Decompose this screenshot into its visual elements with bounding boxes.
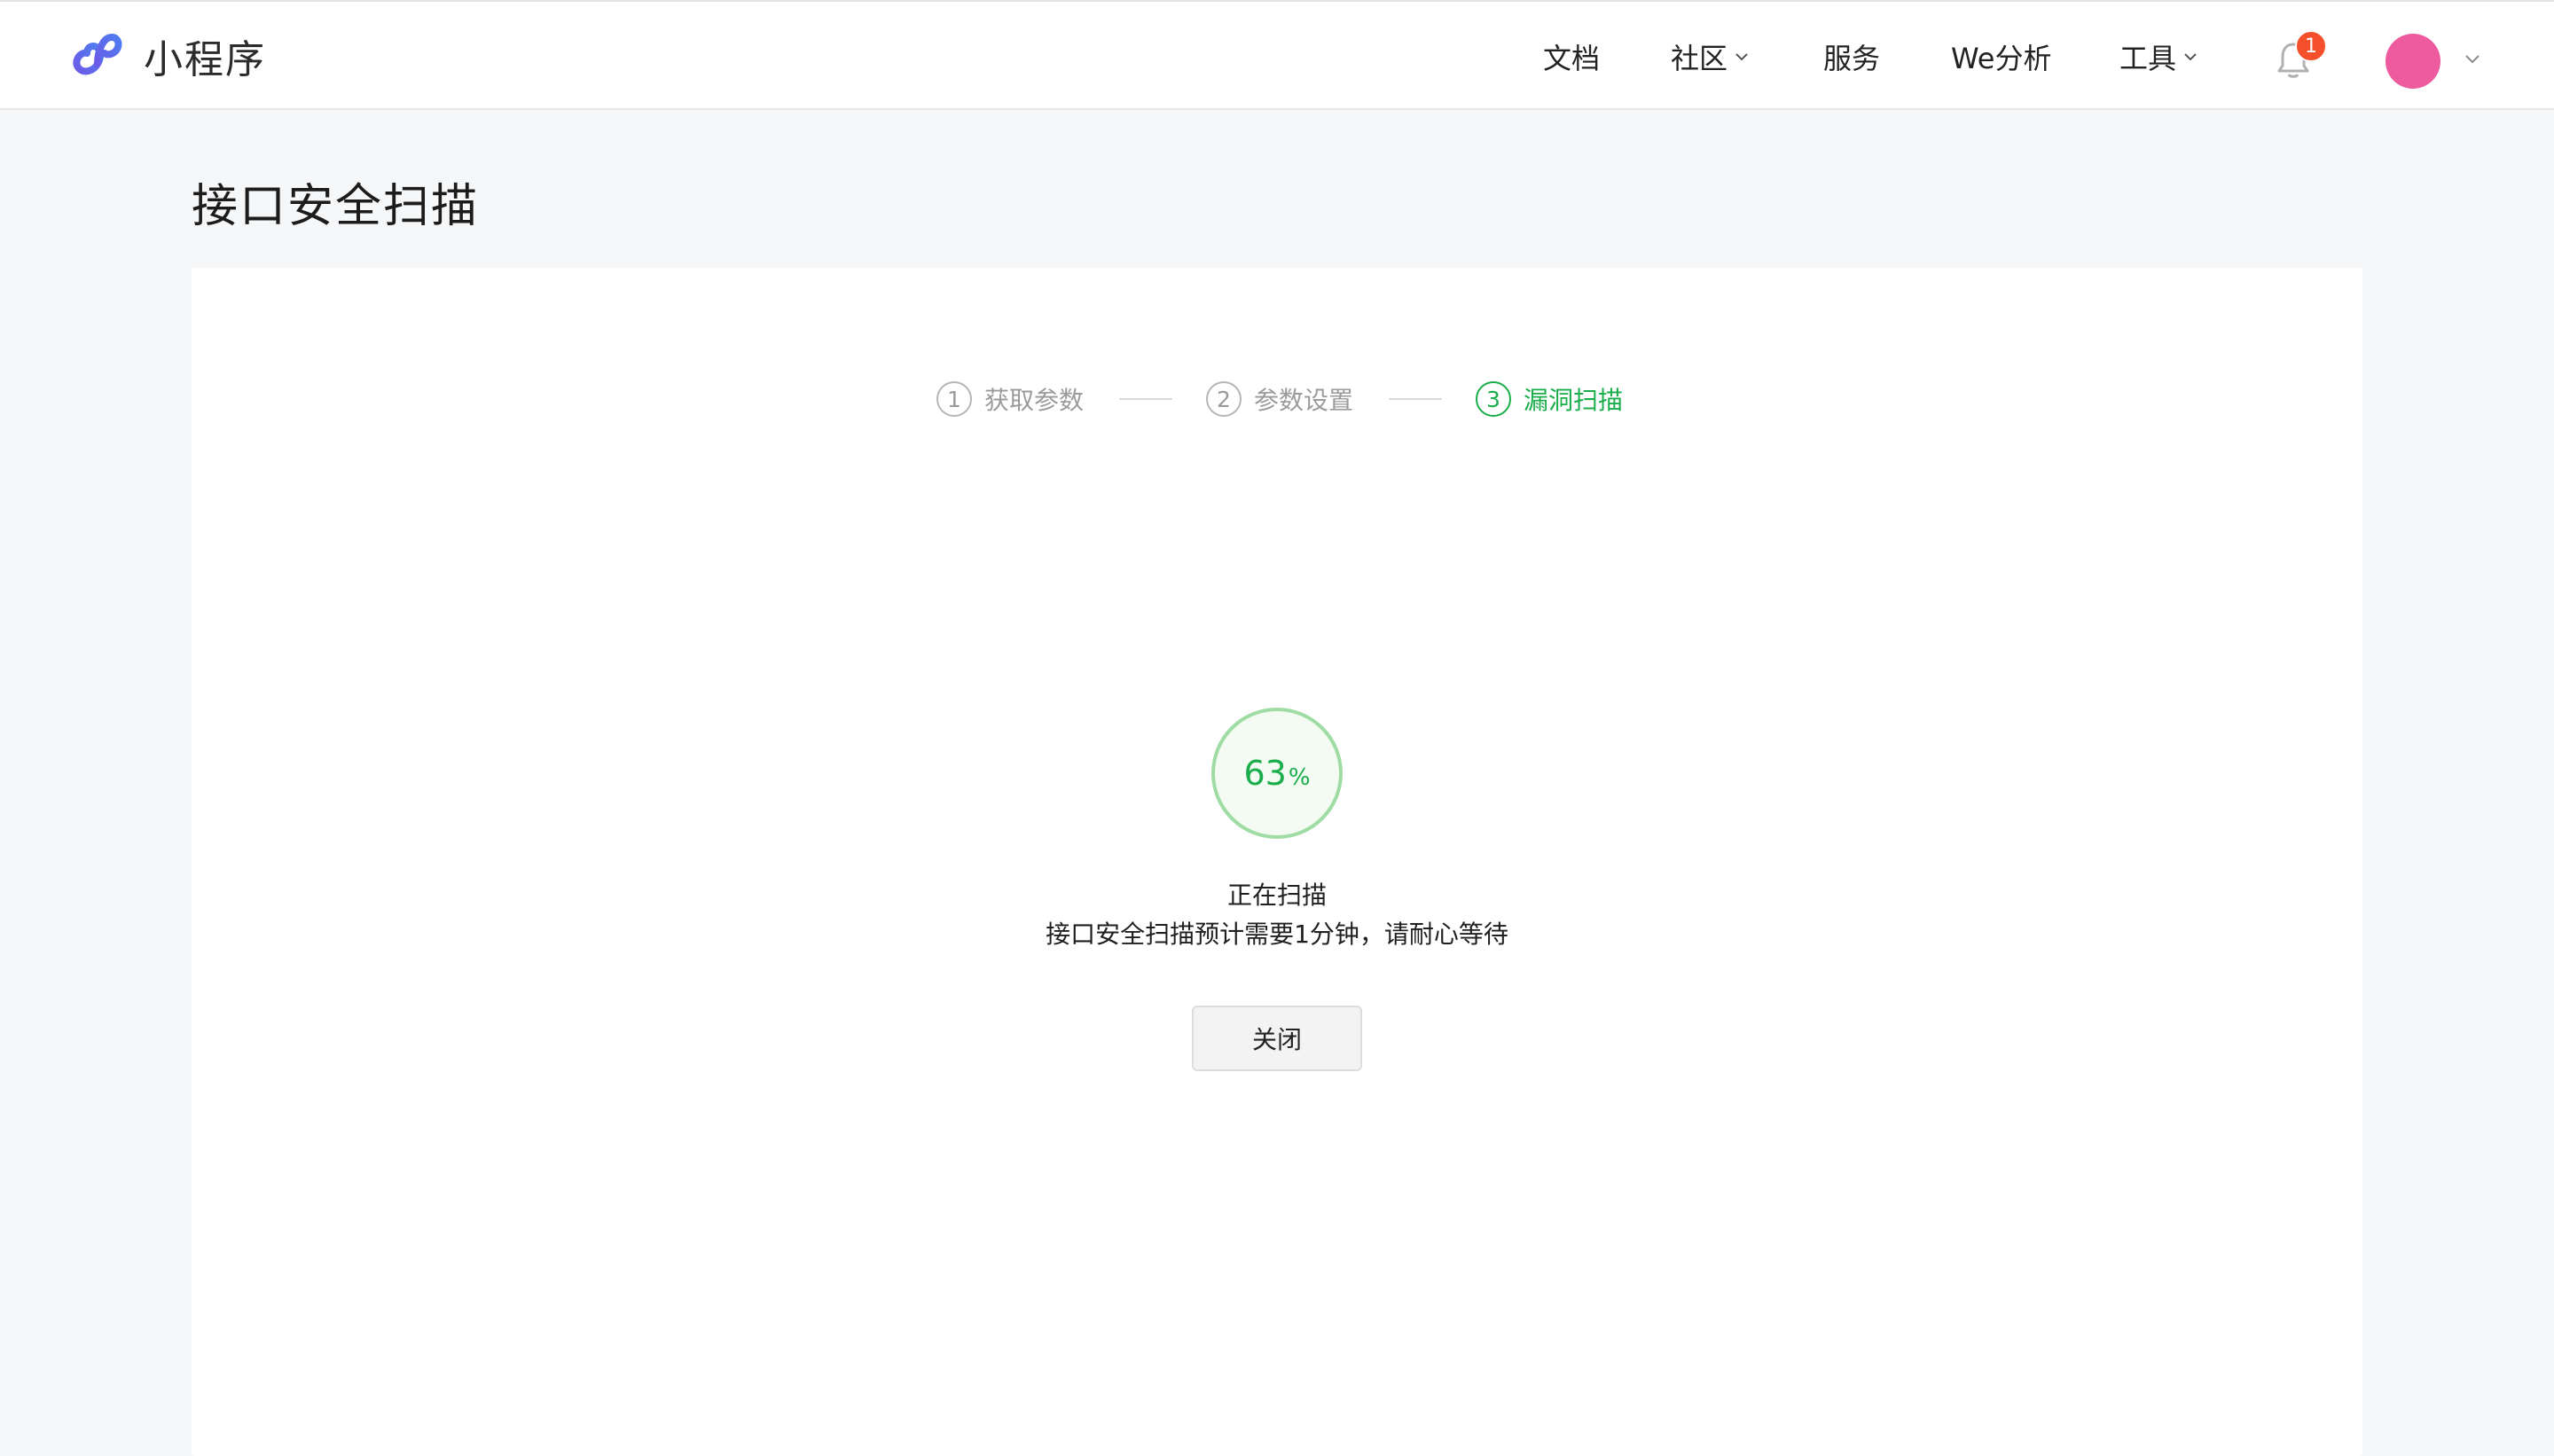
nav-docs-label: 文档 [1543,42,1601,75]
nav-tools-label: 工具 [2119,42,2177,75]
nav-services-label: 服务 [1823,42,1881,75]
scan-progress-value: 63 [1243,754,1287,793]
step-number: 1 [936,381,972,417]
nav-community-label: 社区 [1671,42,1728,75]
step-label: 漏洞扫描 [1524,386,1624,415]
chevron-down-icon [1735,53,1748,61]
notification-badge: 1 [2295,30,2327,62]
step-divider [1119,398,1172,400]
nav-docs[interactable]: 文档 [1543,35,1600,78]
page-title: 接口安全扫描 [192,180,480,233]
step-3: 3 漏洞扫描 [1476,380,1623,419]
nav-community[interactable]: 社区 [1671,35,1751,78]
step-number: 3 [1476,381,1511,417]
step-label: 获取参数 [984,386,1085,415]
chevron-down-icon [2184,53,2197,61]
chevron-down-icon[interactable] [2462,48,2483,69]
scan-description: 接口安全扫描预计需要1分钟，请耐心等待 [1046,920,1508,949]
nav-services[interactable]: 服务 [1823,35,1880,78]
step-2: 2 参数设置 [1206,380,1353,419]
scan-status: 正在扫描 [1226,881,1327,910]
step-label: 参数设置 [1254,386,1354,415]
step-divider [1389,398,1442,400]
scan-progress-ring: 63 % [1211,708,1343,839]
top-navigation-bar: 小程序 文档 社区 服务 We分析 工具 1 [0,0,2554,110]
scan-progress-unit: % [1288,764,1311,791]
main-nav: 文档 社区 服务 We分析 工具 [0,2,2554,112]
close-button[interactable]: 关闭 [1192,1006,1362,1071]
nav-tools[interactable]: 工具 [2119,35,2199,78]
content-card [192,268,2362,1456]
scan-progress: 63 % [1243,754,1310,793]
nav-analytics[interactable]: We分析 [1951,35,2051,78]
nav-analytics-label: We分析 [1951,42,2052,75]
step-1: 1 获取参数 [936,380,1084,419]
avatar[interactable] [2386,34,2440,89]
step-number: 2 [1206,381,1242,417]
